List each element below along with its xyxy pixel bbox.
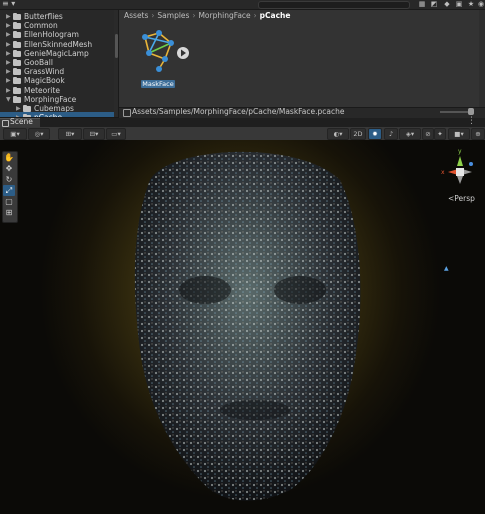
scene-tab-icon	[2, 120, 9, 127]
x-axis-label: x	[441, 169, 445, 176]
tree-scrollbar-thumb[interactable]	[115, 34, 118, 58]
snap-increment-dropdown[interactable]: ⊟▾	[83, 128, 105, 140]
lighting-toggle[interactable]: ✹	[368, 128, 382, 140]
star-icon[interactable]: ★	[467, 0, 475, 8]
orientation-gizmo[interactable]: y x	[438, 146, 482, 194]
y-axis-label: y	[458, 148, 462, 155]
top-toolbar: ≡ ▾ ▦ ◩ ◆ ▣ ★ ◉	[0, 0, 485, 10]
hidden-objects-toggle[interactable]: ⊘	[422, 128, 434, 140]
folder-icon	[13, 40, 21, 48]
asset-scrollbar[interactable]	[479, 10, 485, 107]
transform-tool-icon[interactable]: ⊞	[3, 207, 15, 218]
z-axis-dot[interactable]	[469, 162, 473, 166]
pcache-asset-icon[interactable]	[135, 27, 191, 77]
icon-size-slider-handle[interactable]	[468, 108, 474, 115]
tab-scene-label: Scene	[10, 117, 33, 126]
folder-icon	[13, 13, 21, 20]
draw-mode-dropdown[interactable]: ▣▾	[3, 128, 27, 140]
scene-viewport[interactable]	[0, 140, 485, 514]
scene-icon[interactable]: ◩	[430, 0, 438, 8]
folder-icon	[13, 59, 21, 66]
folder-icon	[13, 31, 21, 39]
light-gizmo-icon[interactable]: ▲	[444, 265, 449, 272]
breadcrumb: Assets › Samples › MorphingFace › pCache	[124, 11, 290, 20]
folder-icon	[13, 49, 21, 57]
project-tree: ▶ Butterflies ▶ Common ▶ EllenHologram ▶ EllenS…	[0, 10, 119, 117]
effects-dropdown[interactable]: ◈▾	[399, 128, 421, 140]
breadcrumb-item[interactable]: Assets	[124, 11, 148, 20]
view-options-dropdown[interactable]: ▭▾	[106, 128, 126, 140]
more-options-icon[interactable]: ⋮	[467, 116, 476, 126]
tree-scrollbar[interactable]	[114, 10, 118, 117]
folder-icon	[23, 105, 31, 112]
search-input[interactable]	[258, 1, 410, 9]
neg-y-axis-cone[interactable]	[457, 176, 463, 184]
folder-icon	[13, 68, 21, 76]
breadcrumb-current[interactable]: pCache	[260, 11, 291, 20]
folder-icon	[13, 77, 21, 85]
scale-tool-icon[interactable]: ⤢	[3, 185, 15, 196]
folder-icon	[13, 95, 21, 103]
gizmos-toggle[interactable]: ⊕	[471, 128, 485, 140]
grid-snap-dropdown[interactable]: ⊞▾	[58, 128, 82, 140]
folder-icon	[13, 86, 21, 94]
scene-tab-bar	[0, 118, 485, 127]
hand-tool-icon[interactable]: ✋	[3, 152, 15, 163]
breadcrumb-separator: ›	[253, 11, 257, 20]
rect-tool-icon[interactable]: ▢	[3, 196, 15, 207]
projection-label[interactable]: <Persp	[448, 194, 475, 203]
tag-icon[interactable]: ◆	[443, 0, 451, 8]
gizmo-center[interactable]	[456, 168, 464, 176]
global-toggle-dropdown[interactable]: ◎▾	[28, 128, 50, 140]
breadcrumb-item[interactable]: MorphingFace	[198, 11, 250, 20]
grid-icon[interactable]: ▦	[418, 0, 426, 8]
hamburger-icon[interactable]: ≡ ▾	[2, 0, 15, 8]
2d-toggle[interactable]: 2D	[350, 128, 366, 140]
particle-face-mesh	[134, 151, 361, 501]
tree-item-label: pCache	[34, 112, 62, 117]
breadcrumb-item[interactable]: Samples	[157, 11, 189, 20]
asset-name-label[interactable]: MaskFace	[141, 80, 175, 88]
asset-path: Assets/Samples/MorphingFace/pCache/MaskF…	[132, 107, 345, 116]
eye-icon[interactable]: ◉	[477, 0, 485, 8]
shading-mode-dropdown[interactable]: ◐▾	[327, 128, 349, 140]
move-tool-icon[interactable]: ✥	[3, 163, 15, 174]
y-axis-cone[interactable]	[457, 156, 463, 166]
lock-icon[interactable]: ▣	[455, 0, 463, 8]
camera-dropdown[interactable]: ■▾	[448, 128, 470, 140]
projection-label-text: Persp	[454, 194, 475, 203]
file-icon	[123, 109, 131, 117]
folder-icon	[13, 22, 21, 30]
audio-toggle[interactable]: ♪	[384, 128, 398, 140]
rotate-tool-icon[interactable]: ↻	[3, 174, 15, 185]
visibility-toggle[interactable]: ✦	[434, 128, 446, 140]
